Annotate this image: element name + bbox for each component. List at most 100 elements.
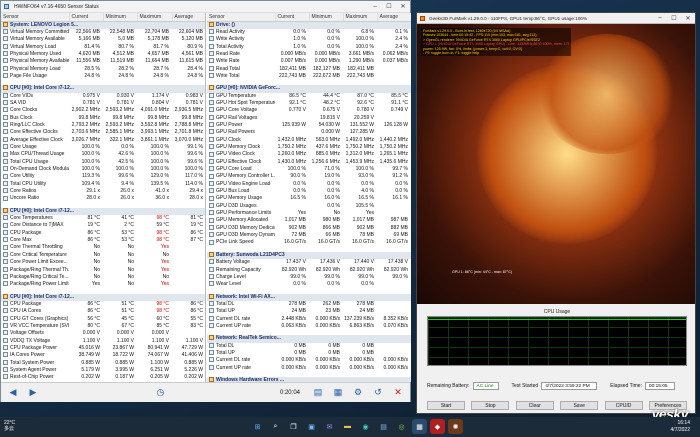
sensor-row[interactable]: Core Critical Temperature No No No <box>1 252 205 259</box>
sensor-row[interactable]: SA VID 0.781 V 0.781 V 0.804 V 0.781 V <box>1 100 205 107</box>
save-button[interactable]: Save <box>560 401 599 410</box>
store-icon[interactable]: ▤ <box>376 419 391 434</box>
col-average-r[interactable]: Average <box>377 13 411 22</box>
col-current[interactable]: Current <box>69 13 104 22</box>
sensor-row[interactable]: CPU Package Power 45.016 W 23.867 W 80.941 … <box>1 345 205 352</box>
sensor-row[interactable]: GPU Bus Load 0.0 % 0.0 % 4.0 % 0.0 % <box>207 188 411 195</box>
xbox-icon[interactable]: ◎ <box>394 419 409 434</box>
sensor-row[interactable]: Virtual Memory Load 81.4 % 80.7 % 81.7 % 80.… <box>1 44 205 51</box>
hwinfo-window[interactable]: HWiNFO64 v7.16-4650 Sensor Status – ☐ ✕ … <box>0 0 411 402</box>
sensor-group-header[interactable]: Network: RealTek Semico... <box>207 335 411 343</box>
sensor-group-header[interactable]: CPU [#0]: Intel Core i7-12... <box>1 85 205 93</box>
sensor-row[interactable]: Physical Memory Used 4,620 MB 4,512 MB 4,65… <box>1 51 205 58</box>
sensor-row[interactable]: VR VCC Temperature (SVID) 80 °C 67 °C 85 °C… <box>1 323 205 330</box>
reset-icon[interactable]: ↺ <box>370 386 386 400</box>
furmark-window[interactable]: Geeks3D FurMark v1.29.0.0 - 110FPS, GPU1… <box>416 12 696 414</box>
report-icon[interactable]: ▤ <box>310 386 326 400</box>
sensor-row[interactable]: GPU D3D Memory Dedicated 902 MB 866 MB 902 … <box>207 225 411 232</box>
sensor-row[interactable]: Write Rate 0.007 MB/s 0.000 MB/s 1.290 MB/s… <box>207 58 411 65</box>
sensor-row[interactable]: GPU Performance Limits Yes No Yes <box>207 210 411 217</box>
sensor-row[interactable]: Ring/LLC Clock 2,793.2 MHz 2,593.2 MHz 3,59… <box>1 122 205 129</box>
explorer-icon[interactable]: ▬ <box>340 419 355 434</box>
sensor-row[interactable]: GPU D3D Memory Dynamic 72 MB 66 MB 78 MB 69 … <box>207 232 411 239</box>
widgets-icon[interactable]: ▣ <box>304 419 319 434</box>
sensor-row[interactable]: Package/Ring Thermal Th... No No Yes <box>1 267 205 274</box>
sensor-row[interactable]: Read Total 182,411 MB 182,127 MB 182,411 MB <box>207 66 411 73</box>
sensor-row[interactable]: Write Activity 1.0 % 0.0 % 100.0 % 2.4 % <box>207 36 411 43</box>
sensor-row[interactable]: Package/Ring Critical Te... No No No <box>1 274 205 281</box>
start-icon[interactable]: ⊞ <box>250 419 265 434</box>
sensor-row[interactable]: Wear Level 0.0 % 0.0 % 0.0 % <box>207 281 411 288</box>
furmark-taskbar-icon[interactable]: ✺ <box>448 419 463 434</box>
col-average[interactable]: Average <box>172 13 205 22</box>
system-clock[interactable]: 16:14 4/7/2022 <box>671 420 690 434</box>
fm-minimize-icon[interactable]: – <box>653 15 667 21</box>
sensor-row[interactable]: Bus Clock 99.8 MHz 99.8 MHz 99.8 MHz 99.8 MH… <box>1 115 205 122</box>
sensor-row[interactable]: Core Thermal Throttling No No Yes <box>1 244 205 251</box>
sensor-group-header[interactable]: CPU [#0]: Intel Core i7-12... <box>1 293 205 301</box>
sensor-row[interactable]: Page File Usage 24.8 % 24.8 % 24.8 % 24.8 % <box>1 73 205 80</box>
fm-close-icon[interactable]: ✕ <box>681 15 695 22</box>
sensor-row[interactable]: Core Ratios 29.1 x 26.0 x 41.0 x 29.4 x <box>1 188 205 195</box>
sensor-row[interactable]: Voltage Offsets 0.000 V 0.000 V 0.000 V <box>1 330 205 337</box>
sensor-row[interactable]: GPU Memory Controller L... 90.0 % 19.0 % 93… <box>207 173 411 180</box>
sensor-row[interactable]: Total UP 0 MB 0 MB 0 MB <box>207 350 411 357</box>
sensor-row[interactable]: Total System Power 0.885 W 0.885 W 1.100 W 0… <box>1 360 205 367</box>
settings-icon[interactable]: ⚙ <box>350 386 366 400</box>
sensor-row[interactable]: Package/Ring Power Limit ... Yes No Yes <box>1 281 205 288</box>
sensor-row[interactable]: GPU Effective Clock 1,430.0 MHz 1,256.6 MH… <box>207 159 411 166</box>
sensor-row[interactable]: GPU Rail Voltages 19.815 V 20.259 V <box>207 115 411 122</box>
sensor-row[interactable]: Total DL 278 MB 262 MB 278 MB <box>207 301 411 308</box>
weather-widget[interactable]: 22°C 多云 <box>4 420 15 432</box>
hwinfo-taskbar-icon[interactable]: ▦ <box>412 419 427 434</box>
sensor-row[interactable]: Current DL rate 0.000 KB/s 0.000 KB/s 0.000… <box>207 357 411 364</box>
sensor-row[interactable]: Average Effective Clock 3,026.7 MHz 322.1 … <box>1 137 205 144</box>
sensor-group-header[interactable]: Drive: () <box>207 21 411 29</box>
sensor-row[interactable]: Physical Memory Load 28.5 % 28.2 % 28.7 % 28… <box>1 66 205 73</box>
taskview-icon[interactable]: ❐ <box>286 419 301 434</box>
sensor-row[interactable]: Core Clocks 2,902.2 MHz 2,593.2 MHz 4,091.0… <box>1 107 205 114</box>
sensor-row[interactable]: GPU Clock 1,432.0 MHz 563.0 MHz 1,492.0 MHz… <box>207 137 411 144</box>
sensor-row[interactable]: Core VIDs 0.975 V 0.930 V 1.174 V 0.983 V <box>1 93 205 100</box>
sensor-row[interactable]: GPU Temperature 86.5 °C 44.4 °C 87.0 °C 85.5… <box>207 93 411 100</box>
nav-left-icon[interactable]: ◀ <box>5 386 21 400</box>
cpuid-taskbar-icon[interactable]: ◆ <box>430 419 445 434</box>
sensor-row[interactable]: CPU Package 86 °C 51 °C 98 °C 86 °C <box>1 301 205 308</box>
nav-right-icon[interactable]: ▶ <box>25 386 41 400</box>
sensor-row[interactable]: Total DL 0 MB 0 MB 0 MB <box>207 343 411 350</box>
sensor-row[interactable]: CPU Package 86 °C 53 °C 98 °C 86 °C <box>1 230 205 237</box>
sensor-row[interactable]: GPU Video Engine Load 0.0 % 0.0 % 0.0 % 0.0 … <box>207 181 411 188</box>
sensor-pane-left[interactable]: Sensor Current Minimum Maximum Average S… <box>1 13 206 382</box>
sensor-row[interactable]: Core Distance to TjMAX 19 °C 2 °C 59 °C 19 °… <box>1 222 205 229</box>
sensor-row[interactable]: GPU Memory Allocated 1,017 MB 980 MB 1,017 … <box>207 217 411 224</box>
sensor-group-header[interactable]: GPU [#0]: NVIDIA GeForc... <box>207 85 411 93</box>
sensor-group-header[interactable]: CPU [#0]: Intel Core i7-12... <box>1 207 205 216</box>
sensor-row[interactable]: Current UP rate 0.063 KB/s 0.000 KB/s 6.863… <box>207 323 411 330</box>
sensor-row[interactable]: GPU Core Voltage 0.770 V 0.675 V 0.780 V 0.7… <box>207 107 411 114</box>
sensor-row[interactable]: GPU Rail Powers 0.000 W 127.285 W <box>207 129 411 136</box>
sensor-row[interactable]: Total CPU Usage 100.0 % 42.5 % 100.0 % 99.6 … <box>1 159 205 166</box>
sensor-row[interactable]: Virtual Memory Available 5,166 MB 5,0 MB 5,… <box>1 36 205 43</box>
sensor-row[interactable]: GPU D3D Usages 0.0 % 105.5 % <box>207 203 411 210</box>
sensor-row[interactable]: Core Utility 119.3 % 99.6 % 129.0 % 117.0 % <box>1 173 205 180</box>
sensor-row[interactable]: Rest-of-Chip Power 0.202 W 0.187 W 0.205 W 0… <box>1 374 205 381</box>
sensor-row[interactable]: Total UP 24 MB 23 MB 24 MB <box>207 308 411 315</box>
sensor-row[interactable]: Current DL rate 2.448 KB/s 0.000 KB/s 137.2… <box>207 316 411 323</box>
sensor-row[interactable]: Charge Level 99.0 % 99.0 % 99.0 % 99.0 % <box>207 274 411 281</box>
sensor-row[interactable]: GPU Hot Spot Temperature 92.1 °C 48.2 °C 92… <box>207 100 411 107</box>
sensor-row[interactable]: PCIe Link Speed 16.0 GT/s 16.0 GT/s 16.0 GT… <box>207 239 411 246</box>
furmark-title-bar[interactable]: Geeks3D FurMark v1.29.0.0 - 110FPS, GPU1… <box>417 13 695 24</box>
sensor-row[interactable]: Core Power Limit Excee... No No Yes <box>1 259 205 266</box>
col-sensor-r[interactable]: Sensor <box>207 13 276 22</box>
search-icon[interactable]: ⌕ <box>268 419 283 434</box>
sensor-row[interactable]: GPU Memory Clock 1,750.2 MHz 437.6 MHz 1,75… <box>207 144 411 151</box>
sensor-row[interactable]: Write Total 222,743 MB 222,672 MB 222,743 M… <box>207 73 411 80</box>
close-sensors-icon[interactable]: ✕ <box>390 386 406 400</box>
sensor-row[interactable]: GPU Core Load 100.0 % 71.0 % 100.0 % 99.7 % <box>207 166 411 173</box>
col-current-r[interactable]: Current <box>275 13 310 22</box>
sensor-row[interactable]: Total Activity 1.0 % 0.0 % 100.0 % 2.4 % <box>207 44 411 51</box>
col-maximum-r[interactable]: Maximum <box>343 13 378 22</box>
sensor-row[interactable]: Core Max 86 °C 53 °C 98 °C 87 °C <box>1 237 205 244</box>
stop-button[interactable]: Stop <box>471 401 510 410</box>
close-icon[interactable]: ✕ <box>396 3 410 10</box>
